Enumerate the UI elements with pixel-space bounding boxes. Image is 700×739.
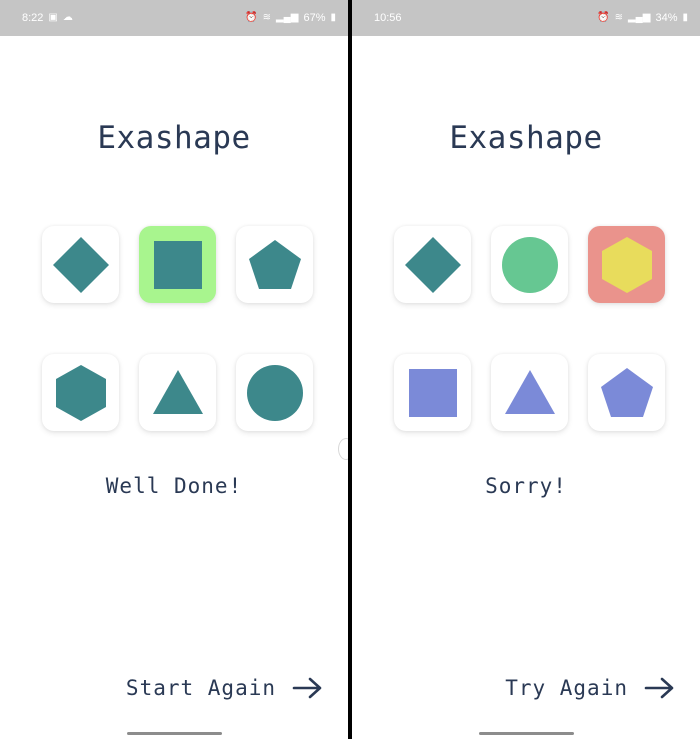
pentagon-icon [248,239,301,289]
triangle-icon [504,369,555,414]
home-indicator[interactable] [479,732,574,735]
square-shape [153,240,202,289]
shape-tile-hexagon[interactable] [588,226,665,303]
triangle-icon [152,369,203,414]
diamond-icon [404,236,461,293]
try-again-button[interactable]: Try Again [505,676,676,700]
alarm-icon: ⏰ [597,12,610,23]
shape-tile-pentagon[interactable] [588,354,665,431]
square-icon [408,368,457,417]
status-time: 8:22 [22,12,44,24]
hexagon-shape [601,236,652,293]
hexagon-icon [601,236,652,293]
battery-icon: ▮ [682,12,688,23]
cloud-icon: ☁ [62,12,73,23]
signal-icon: ▂▄▆ [275,12,299,23]
status-bar: 10:56 ⏰ ≋ ▂▄▆ 34% ▮ [352,0,700,36]
diamond-shape [52,236,109,293]
shape-tile-diamond[interactable] [42,226,119,303]
left-screen: 8:22 ▣ ☁ ⏰ ≋ ▂▄▆ 67% ▮ Exashape Well Don… [0,0,348,739]
result-message: Well Done! [105,474,243,498]
signal-icon: ▂▄▆ [627,12,651,23]
battery-icon: ▮ [330,12,336,23]
arrow-right-icon [292,677,322,699]
app-title: Exashape [97,120,251,156]
shape-tile-hexagon[interactable] [42,354,119,431]
triangle-shape [504,369,555,414]
pentagon-shape [600,367,653,417]
square-shape [408,368,457,417]
shape-tile-pentagon[interactable] [236,226,313,303]
diamond-icon [52,236,109,293]
alarm-icon: ⏰ [245,12,258,23]
shape-tile-square[interactable] [139,226,216,303]
hexagon-shape [55,364,106,421]
app-title: Exashape [449,120,603,156]
shape-tile-square[interactable] [394,354,471,431]
circle-shape [246,364,303,421]
circle-icon [246,364,303,421]
pentagon-icon [600,367,653,417]
home-indicator[interactable] [127,732,222,735]
try-again-label: Try Again [505,676,628,700]
start-again-button[interactable]: Start Again [126,676,324,700]
wifi-icon: ≋ [262,12,271,23]
circle-shape [501,236,558,293]
hexagon-icon [55,364,106,421]
shape-tile-triangle[interactable] [139,354,216,431]
start-again-label: Start Again [125,676,276,700]
shape-tile-diamond[interactable] [394,226,471,303]
pentagon-shape [248,239,301,289]
status-time: 10:56 [374,12,402,24]
status-bar: 8:22 ▣ ☁ ⏰ ≋ ▂▄▆ 67% ▮ [0,0,348,36]
square-icon [153,240,202,289]
battery-level: 34% [655,12,678,24]
image-notification-icon: ▣ [48,12,58,23]
right-screen: 10:56 ⏰ ≋ ▂▄▆ 34% ▮ Exashape Sorry! Try … [352,0,700,739]
triangle-shape [152,369,203,414]
edge-panel-handle[interactable] [338,438,348,460]
battery-level: 67% [303,12,326,24]
shape-tile-circle[interactable] [236,354,313,431]
result-message: Sorry! [485,474,567,498]
circle-icon [501,236,558,293]
arrow-right-icon [644,677,674,699]
shape-tile-circle[interactable] [491,226,568,303]
shape-tile-triangle[interactable] [491,354,568,431]
diamond-shape [404,236,461,293]
wifi-icon: ≋ [614,12,623,23]
